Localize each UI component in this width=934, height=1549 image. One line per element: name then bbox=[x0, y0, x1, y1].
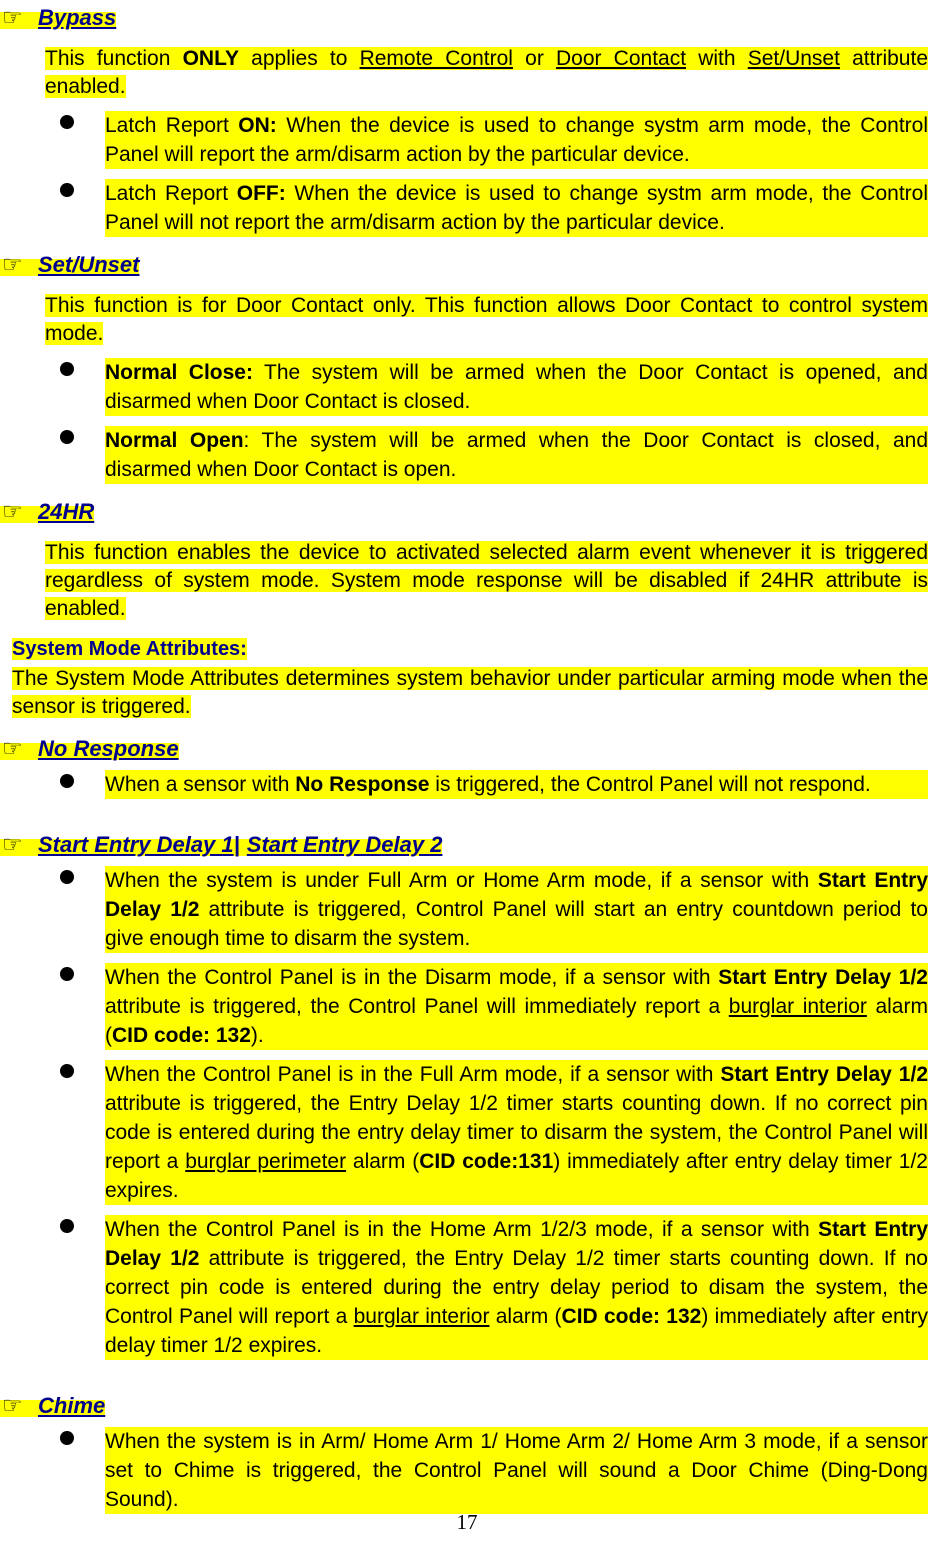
paragraph-24hr-intro: This function enables the device to acti… bbox=[45, 539, 928, 623]
bullet-icon bbox=[60, 967, 74, 981]
bullet-icon bbox=[60, 115, 74, 129]
section-heading-chime: ☞ Chime bbox=[0, 1394, 934, 1417]
heading-separator: | bbox=[233, 832, 240, 857]
page-number: 17 bbox=[456, 1510, 478, 1534]
section-heading-bypass: ☞ Bypass bbox=[0, 6, 934, 29]
heading-label-part-1: Start Entry Delay 1 bbox=[38, 832, 234, 857]
heading-label: Bypass bbox=[38, 5, 117, 30]
paragraph-system-mode-attributes: The System Mode Attributes determines sy… bbox=[12, 665, 928, 721]
list-item: When the Control Panel is in the Home Ar… bbox=[60, 1215, 928, 1360]
paragraph-text: The System Mode Attributes determines sy… bbox=[12, 667, 928, 718]
rich-text: When the system is under Full Arm or Hom… bbox=[105, 866, 928, 953]
rich-text: Normal Close: The system will be armed w… bbox=[105, 358, 928, 416]
paragraph-set-unset-intro: This function is for Door Contact only. … bbox=[45, 292, 928, 348]
bullet-icon bbox=[60, 774, 74, 788]
rich-text: Latch Report ON: When the device is used… bbox=[105, 111, 928, 169]
paragraph-bypass-intro: This function ONLY applies to Remote Con… bbox=[45, 45, 928, 101]
document-page: ☞ Bypass This function ONLY applies to Re… bbox=[0, 0, 934, 1549]
rich-text: Normal Open: The system will be armed wh… bbox=[105, 426, 928, 484]
list-item: When a sensor with No Response is trigge… bbox=[60, 770, 928, 799]
pointing-hand-icon: ☞ bbox=[2, 1392, 23, 1418]
pointing-hand-icon: ☞ bbox=[2, 831, 23, 857]
heading-label: No Response bbox=[38, 736, 179, 761]
heading-label: Chime bbox=[38, 1393, 106, 1418]
bullet-icon bbox=[60, 1431, 74, 1445]
pointing-hand-icon: ☞ bbox=[2, 251, 23, 277]
list-item: When the Control Panel is in the Disarm … bbox=[60, 963, 928, 1050]
rich-text: This function ONLY applies to Remote Con… bbox=[45, 47, 928, 98]
list-item: Normal Close: The system will be armed w… bbox=[60, 358, 928, 416]
heading-label: Set/Unset bbox=[38, 252, 140, 277]
section-heading-start-entry-delay: ☞ Start Entry Delay 1| Start Entry Delay 2 bbox=[0, 833, 934, 856]
rich-text: When the system is in Arm/ Home Arm 1/ H… bbox=[105, 1427, 928, 1514]
rich-text: This function is for Door Contact only. … bbox=[45, 294, 928, 345]
list-item: When the Control Panel is in the Full Ar… bbox=[60, 1060, 928, 1205]
section-heading-24hr: ☞ 24HR bbox=[0, 500, 934, 523]
pointing-hand-icon: ☞ bbox=[2, 498, 23, 524]
section-heading-no-response: ☞ No Response bbox=[0, 737, 934, 760]
list-item: Latch Report ON: When the device is used… bbox=[60, 111, 928, 169]
pointing-hand-icon: ☞ bbox=[2, 735, 23, 761]
rich-text: When the Control Panel is in the Disarm … bbox=[105, 963, 928, 1050]
bullet-icon bbox=[60, 1064, 74, 1078]
list-item: When the system is under Full Arm or Hom… bbox=[60, 866, 928, 953]
subheading-label: System Mode Attributes: bbox=[12, 638, 247, 660]
rich-text: This function enables the device to acti… bbox=[45, 541, 928, 620]
list-item: Latch Report OFF: When the device is use… bbox=[60, 179, 928, 237]
rich-text: When a sensor with No Response is trigge… bbox=[105, 770, 928, 799]
pointing-hand-icon: ☞ bbox=[2, 4, 23, 30]
bullet-icon bbox=[60, 430, 74, 444]
heading-label-part-2: Start Entry Delay 2 bbox=[246, 832, 443, 857]
heading-label: 24HR bbox=[38, 499, 95, 524]
rich-text: Latch Report OFF: When the device is use… bbox=[105, 179, 928, 237]
list-item: Normal Open: The system will be armed wh… bbox=[60, 426, 928, 484]
rich-text: When the Control Panel is in the Full Ar… bbox=[105, 1060, 928, 1205]
bullet-icon bbox=[60, 362, 74, 376]
rich-text: When the Control Panel is in the Home Ar… bbox=[105, 1215, 928, 1360]
subheading-system-mode-attributes: System Mode Attributes: bbox=[12, 638, 934, 660]
list-item: When the system is in Arm/ Home Arm 1/ H… bbox=[60, 1427, 928, 1514]
section-heading-set-unset: ☞ Set/Unset bbox=[0, 253, 934, 276]
bullet-icon bbox=[60, 870, 74, 884]
bullet-icon bbox=[60, 183, 74, 197]
bullet-icon bbox=[60, 1219, 74, 1233]
